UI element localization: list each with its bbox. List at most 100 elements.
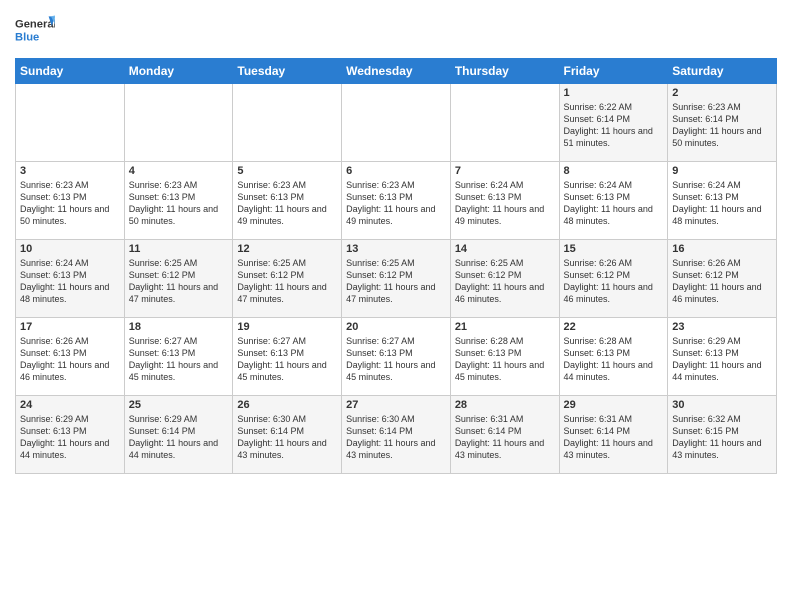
day-info: Sunrise: 6:29 AM [672,335,772,347]
day-number: 2 [672,87,772,99]
calendar-cell: 21Sunrise: 6:28 AMSunset: 6:13 PMDayligh… [450,318,559,396]
day-info: Sunset: 6:13 PM [129,191,229,203]
day-info: Sunrise: 6:28 AM [564,335,664,347]
day-info: Sunset: 6:14 PM [564,425,664,437]
day-header-saturday: Saturday [668,59,777,84]
calendar-cell: 2Sunrise: 6:23 AMSunset: 6:14 PMDaylight… [668,84,777,162]
calendar-cell [233,84,342,162]
day-info: Daylight: 11 hours and 44 minutes. [129,437,229,461]
day-info: Daylight: 11 hours and 45 minutes. [346,359,446,383]
page-container: General Blue SundayMondayTuesdayWednesda… [0,0,792,484]
day-number: 19 [237,321,337,333]
day-info: Sunset: 6:13 PM [346,347,446,359]
day-info: Sunrise: 6:30 AM [346,413,446,425]
day-info: Sunrise: 6:25 AM [346,257,446,269]
calendar-cell: 24Sunrise: 6:29 AMSunset: 6:13 PMDayligh… [16,396,125,474]
calendar-cell [124,84,233,162]
day-info: Sunrise: 6:25 AM [129,257,229,269]
day-number: 20 [346,321,446,333]
calendar-cell: 20 Sunrise: 6:27 AMSunset: 6:13 PMDayligh… [342,318,451,396]
day-info: Sunrise: 6:23 AM [129,179,229,191]
day-number: 11 [129,243,229,255]
day-number: 8 [564,165,664,177]
week-row-2: 3Sunrise: 6:23 AMSunset: 6:13 PMDaylight… [16,162,777,240]
day-info: Sunset: 6:13 PM [672,347,772,359]
calendar-cell: 26Sunrise: 6:30 AMSunset: 6:14 PMDayligh… [233,396,342,474]
day-number: 15 [564,243,664,255]
calendar-cell: 29Sunrise: 6:31 AMSunset: 6:14 PMDayligh… [559,396,668,474]
day-info: Daylight: 11 hours and 45 minutes. [455,359,555,383]
day-info: Sunset: 6:15 PM [672,425,772,437]
day-info: Sunrise: 6:24 AM [672,179,772,191]
week-row-3: 10Sunrise: 6:24 AMSunset: 6:13 PMDayligh… [16,240,777,318]
calendar-cell: 30Sunrise: 6:32 AMSunset: 6:15 PMDayligh… [668,396,777,474]
day-info: Sunrise: 6:29 AM [20,413,120,425]
day-info: Sunset: 6:13 PM [20,191,120,203]
day-info: Daylight: 11 hours and 44 minutes. [564,359,664,383]
day-info: Sunset: 6:14 PM [672,113,772,125]
day-number: 17 [20,321,120,333]
day-info: Daylight: 11 hours and 46 minutes. [672,281,772,305]
day-header-wednesday: Wednesday [342,59,451,84]
day-info: Sunrise: 6:32 AM [672,413,772,425]
day-number: 18 [129,321,229,333]
day-info: Sunset: 6:13 PM [672,191,772,203]
day-info: Daylight: 11 hours and 48 minutes. [672,203,772,227]
day-info: Sunrise: 6:24 AM [564,179,664,191]
calendar-header-row: SundayMondayTuesdayWednesdayThursdayFrid… [16,59,777,84]
calendar-cell [450,84,559,162]
day-info: Daylight: 11 hours and 46 minutes. [20,359,120,383]
day-info: Sunset: 6:12 PM [672,269,772,281]
day-info: Sunset: 6:12 PM [129,269,229,281]
day-info: Sunrise: 6:26 AM [564,257,664,269]
calendar-cell: 12Sunrise: 6:25 AMSunset: 6:12 PMDayligh… [233,240,342,318]
day-number: 28 [455,399,555,411]
calendar-cell: 15Sunrise: 6:26 AMSunset: 6:12 PMDayligh… [559,240,668,318]
calendar-cell: 16Sunrise: 6:26 AMSunset: 6:12 PMDayligh… [668,240,777,318]
day-info: Daylight: 11 hours and 46 minutes. [455,281,555,305]
calendar-cell: 25Sunrise: 6:29 AMSunset: 6:14 PMDayligh… [124,396,233,474]
day-info: Daylight: 11 hours and 45 minutes. [129,359,229,383]
calendar-cell: 27Sunrise: 6:30 AMSunset: 6:14 PMDayligh… [342,396,451,474]
calendar-cell: 19Sunrise: 6:27 AMSunset: 6:13 PMDayligh… [233,318,342,396]
day-number: 26 [237,399,337,411]
day-info: Daylight: 11 hours and 44 minutes. [20,437,120,461]
calendar-cell: 8Sunrise: 6:24 AMSunset: 6:13 PMDaylight… [559,162,668,240]
day-info: Daylight: 11 hours and 47 minutes. [237,281,337,305]
day-info: Sunrise: 6:27 AM [237,335,337,347]
day-info: Daylight: 11 hours and 47 minutes. [346,281,446,305]
day-number: 14 [455,243,555,255]
day-info: Sunset: 6:12 PM [455,269,555,281]
day-info: Sunrise: 6:30 AM [237,413,337,425]
calendar-cell [342,84,451,162]
calendar-cell: 18 Sunrise: 6:27 AMSunset: 6:13 PMDayligh… [124,318,233,396]
calendar-cell: 23Sunrise: 6:29 AMSunset: 6:13 PMDayligh… [668,318,777,396]
day-info: Sunrise: 6:22 AM [564,101,664,113]
day-info: Sunrise: 6:27 AM [346,335,446,347]
day-info: Sunrise: 6:24 AM [455,179,555,191]
calendar-cell: 13Sunrise: 6:25 AMSunset: 6:12 PMDayligh… [342,240,451,318]
day-number: 5 [237,165,337,177]
day-info: Sunrise: 6:28 AM [455,335,555,347]
day-info: Sunset: 6:14 PM [346,425,446,437]
day-info: Sunset: 6:13 PM [20,425,120,437]
day-info: Sunset: 6:13 PM [237,191,337,203]
calendar-cell: 11Sunrise: 6:25 AMSunset: 6:12 PMDayligh… [124,240,233,318]
day-number: 7 [455,165,555,177]
day-info: Daylight: 11 hours and 43 minutes. [564,437,664,461]
day-number: 12 [237,243,337,255]
day-number: 3 [20,165,120,177]
day-number: 16 [672,243,772,255]
day-info: Sunset: 6:13 PM [129,347,229,359]
svg-text:General: General [15,19,55,31]
day-info: Sunrise: 6:27 AM [129,335,229,347]
day-header-monday: Monday [124,59,233,84]
day-info: Sunrise: 6:29 AM [129,413,229,425]
day-info: Daylight: 11 hours and 50 minutes. [672,125,772,149]
day-info: Sunset: 6:14 PM [455,425,555,437]
week-row-1: 1Sunrise: 6:22 AMSunset: 6:14 PMDaylight… [16,84,777,162]
day-info: Daylight: 11 hours and 46 minutes. [564,281,664,305]
day-number: 21 [455,321,555,333]
day-info: Sunset: 6:12 PM [346,269,446,281]
day-info: Sunset: 6:14 PM [564,113,664,125]
